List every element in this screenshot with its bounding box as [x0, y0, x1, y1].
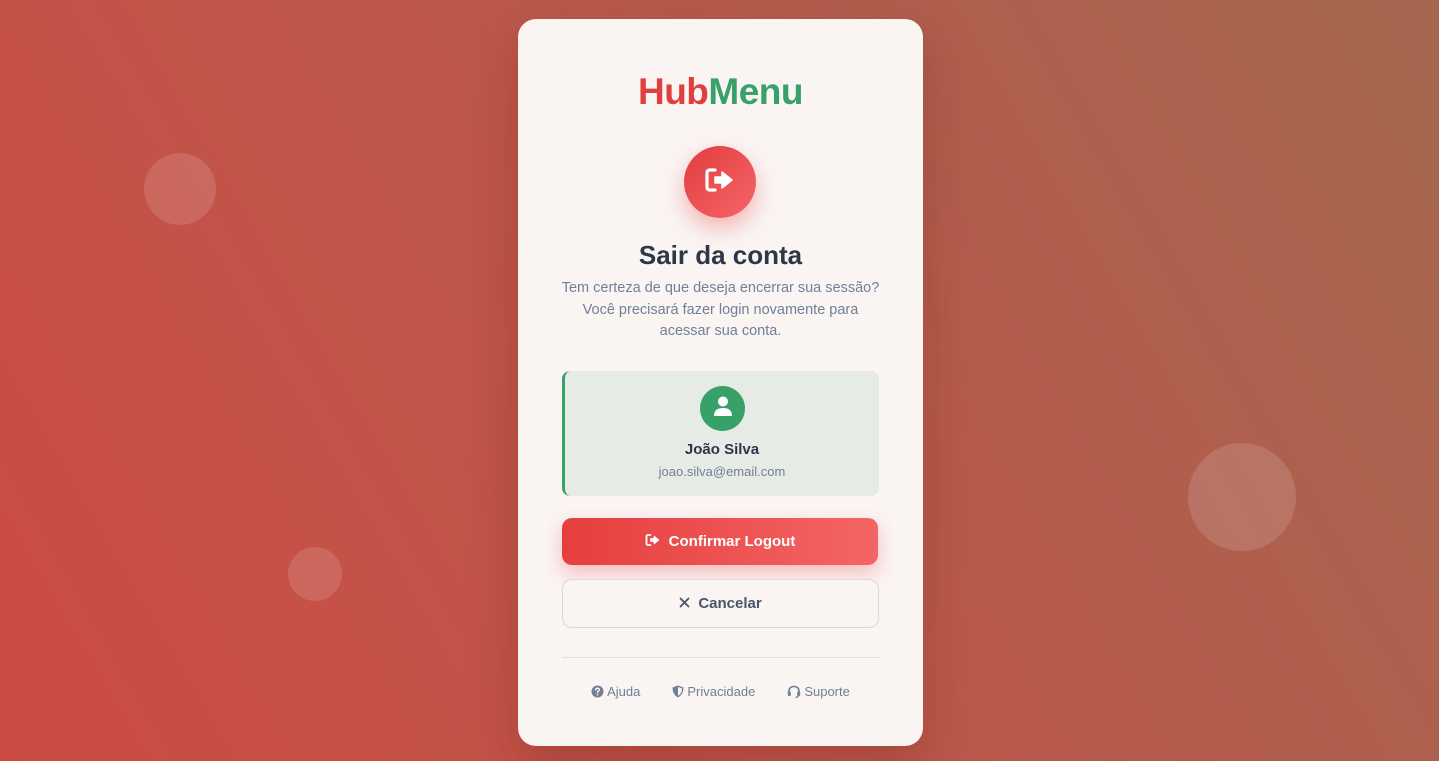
- confirm-logout-label: Confirmar Logout: [668, 533, 796, 550]
- footer-link-label: Suporte: [804, 684, 850, 699]
- user-info-card: João Silva joao.silva@email.com: [562, 371, 879, 496]
- divider: [562, 657, 879, 658]
- help-icon: [591, 685, 604, 698]
- page-background: HubMenu Sair da conta Tem certeza de que…: [0, 0, 1439, 761]
- logout-description: Tem certeza de que deseja encerrar sua s…: [561, 280, 880, 339]
- user-icon: [712, 395, 734, 422]
- confirm-logout-button[interactable]: Confirmar Logout: [562, 518, 878, 565]
- logout-icon-badge: [684, 146, 756, 218]
- brand-logo-part2: Menu: [708, 71, 804, 112]
- footer-link-label: Ajuda: [607, 684, 641, 699]
- shield-icon: [672, 685, 684, 698]
- user-email: joao.silva@email.com: [658, 464, 786, 479]
- avatar: [700, 386, 745, 431]
- footer-link-help[interactable]: Ajuda: [591, 684, 640, 699]
- cancel-label: Cancelar: [698, 595, 762, 612]
- brand-logo: HubMenu: [518, 71, 923, 113]
- cancel-button[interactable]: Cancelar: [562, 579, 879, 628]
- footer-link-privacy[interactable]: Privacidade: [672, 684, 755, 699]
- decorative-circle: [288, 547, 342, 601]
- footer-link-label: Privacidade: [687, 684, 756, 699]
- footer-link-support[interactable]: Suporte: [787, 684, 850, 699]
- close-icon: [679, 595, 690, 612]
- decorative-circle: [1188, 443, 1296, 551]
- logout-icon: [704, 166, 736, 199]
- footer-links: Ajuda Privacidade Suporte: [518, 684, 923, 699]
- headset-icon: [787, 685, 801, 698]
- logout-card: HubMenu Sair da conta Tem certeza de que…: [518, 19, 923, 746]
- brand-logo-part1: Hub: [637, 71, 709, 112]
- decorative-circle: [144, 153, 216, 225]
- logout-icon: [645, 533, 661, 551]
- user-name: João Silva: [684, 441, 760, 458]
- page-title: Sair da conta: [638, 240, 803, 270]
